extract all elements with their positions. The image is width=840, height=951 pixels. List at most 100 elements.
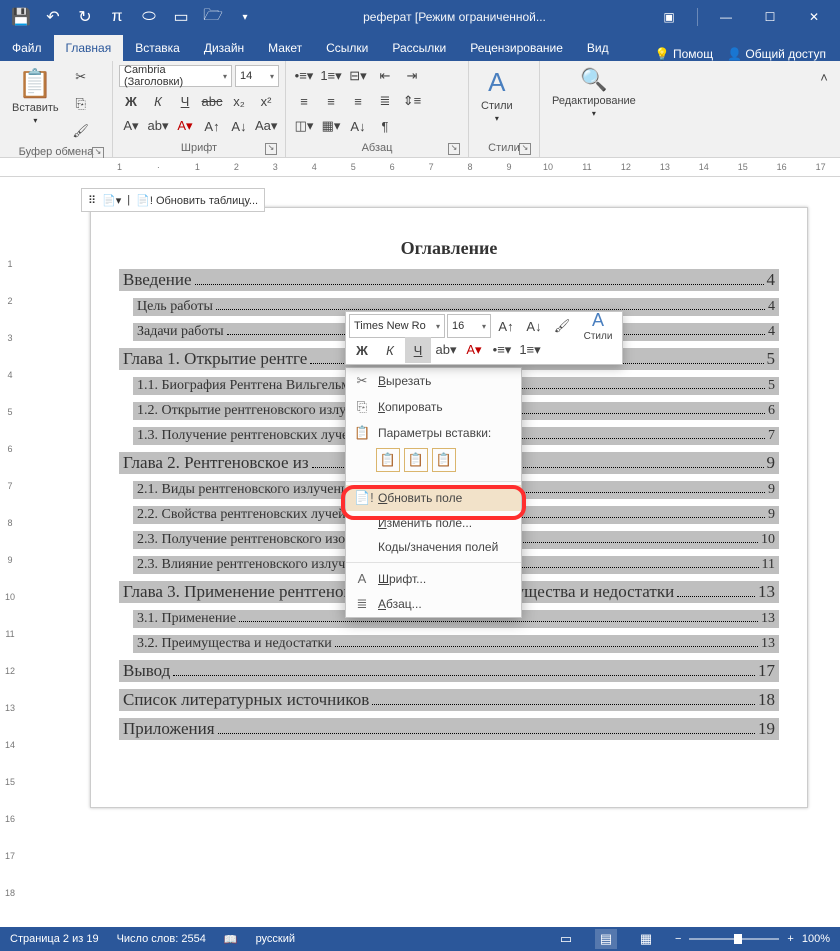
mini-format-painter-icon[interactable]: 🖌	[549, 313, 575, 339]
tab-file[interactable]: Файл	[0, 35, 54, 61]
minimize-icon[interactable]: ―	[706, 0, 746, 34]
mini-shrink-font-button[interactable]: A↓	[521, 313, 547, 339]
align-center-button[interactable]: ≡	[319, 89, 343, 113]
status-proofing-icon[interactable]: 📖	[224, 933, 238, 946]
mini-font-select[interactable]: Times New Ro▾	[349, 314, 445, 338]
horizontal-ruler[interactable]: 1·1234567891011121314151617	[0, 158, 840, 177]
toc-entry[interactable]: Вывод 17	[119, 660, 779, 682]
mini-underline-button[interactable]: Ч	[405, 337, 431, 363]
tab-home[interactable]: Главная	[54, 35, 124, 61]
zoom-out-icon[interactable]: −	[675, 933, 681, 945]
mini-bold-button[interactable]: Ж	[349, 337, 375, 363]
mini-grow-font-button[interactable]: A↑	[493, 313, 519, 339]
update-table-button[interactable]: 📄! Обновить таблицу...	[136, 194, 258, 207]
ribbon-options-icon[interactable]: ▣	[649, 0, 689, 34]
toc-entry[interactable]: Введение 4	[119, 269, 779, 291]
status-language[interactable]: русский	[256, 933, 295, 945]
qat-more-icon[interactable]: ▾	[230, 3, 260, 31]
vertical-ruler[interactable]: 123456789101112131415161718	[0, 177, 21, 927]
tab-references[interactable]: Ссылки	[314, 35, 380, 61]
open-icon[interactable]: 🗁	[198, 3, 228, 31]
share-button[interactable]: 👤 Общий доступ	[727, 47, 826, 61]
tab-design[interactable]: Дизайн	[192, 35, 256, 61]
menu-font[interactable]: AШрифт...	[346, 566, 521, 591]
numbering-button[interactable]: 1≡▾	[319, 64, 343, 88]
mini-highlight-button[interactable]: ab▾	[433, 337, 459, 363]
menu-update-field[interactable]: 📄!Обновить поле	[346, 485, 521, 511]
highlight-button[interactable]: ab▾	[146, 114, 170, 138]
paste-text-only-icon[interactable]: 📋	[432, 448, 456, 472]
equation-icon[interactable]: π	[102, 3, 132, 31]
save-icon[interactable]: 💾	[6, 3, 36, 31]
zoom-value[interactable]: 100%	[802, 933, 830, 945]
tab-insert[interactable]: Вставка	[123, 35, 192, 61]
paste-keep-source-icon[interactable]: 📋	[376, 448, 400, 472]
mini-italic-button[interactable]: К	[377, 337, 403, 363]
shrink-font-button[interactable]: A↓	[227, 114, 251, 138]
format-painter-icon[interactable]: 🖌	[69, 119, 93, 143]
menu-toggle-field-codes[interactable]: Коды/значения полей	[346, 535, 521, 559]
editing-button[interactable]: 🔍Редактирование▾	[546, 65, 642, 120]
paste-merge-icon[interactable]: 📋	[404, 448, 428, 472]
change-case-button[interactable]: Aa▾	[254, 114, 278, 138]
menu-cut[interactable]: ✂Вырезать	[346, 368, 521, 394]
bullets-button[interactable]: •≡▾	[292, 64, 316, 88]
toc-entry[interactable]: 3.2. Преимущества и недостатки 13	[133, 635, 779, 653]
font-color-button[interactable]: A▾	[173, 114, 197, 138]
maximize-icon[interactable]: ☐	[750, 0, 790, 34]
dialog-launcher-icon[interactable]: ↘	[448, 143, 460, 155]
toc-entry[interactable]: Список литературных источников 18	[119, 689, 779, 711]
zoom-control[interactable]: − + 100%	[675, 933, 830, 945]
align-right-button[interactable]: ≡	[346, 89, 370, 113]
toc-entry[interactable]: Приложения 19	[119, 718, 779, 740]
font-size-select[interactable]: 14▾	[235, 65, 279, 87]
indent-left-button[interactable]: ⇤	[373, 64, 397, 88]
paste-button[interactable]: 📋 Вставить ▾	[6, 65, 65, 127]
text-effects-button[interactable]: A▾	[119, 114, 143, 138]
print-layout-icon[interactable]: ▤	[595, 929, 617, 949]
toc-menu-icon[interactable]: 📄▾	[102, 194, 121, 207]
dialog-launcher-icon[interactable]: ↘	[519, 143, 531, 155]
status-word-count[interactable]: Число слов: 2554	[117, 933, 206, 945]
menu-paragraph[interactable]: ≣Абзац...	[346, 591, 521, 617]
tell-me[interactable]: 💡 Помощ	[655, 47, 713, 61]
tab-review[interactable]: Рецензирование	[458, 35, 575, 61]
tab-view[interactable]: Вид	[575, 35, 621, 61]
show-marks-button[interactable]: ¶	[373, 114, 397, 138]
mini-size-select[interactable]: 16▾	[447, 314, 491, 338]
tab-mailings[interactable]: Рассылки	[380, 35, 458, 61]
dialog-launcher-icon[interactable]: ↘	[265, 143, 277, 155]
cut-icon[interactable]: ✂	[69, 65, 93, 89]
web-layout-icon[interactable]: ▦	[635, 929, 657, 949]
styles-button[interactable]: AСтили▾	[475, 65, 519, 125]
font-family-select[interactable]: Cambria (Заголовки)▾	[119, 65, 232, 87]
strike-button[interactable]: abc	[200, 89, 224, 113]
undo-icon[interactable]: ↶	[38, 3, 68, 31]
new-icon[interactable]: ▭	[166, 3, 196, 31]
superscript-button[interactable]: x²	[254, 89, 278, 113]
read-mode-icon[interactable]: ▭	[555, 929, 577, 949]
status-page[interactable]: Страница 2 из 19	[10, 933, 99, 945]
mini-font-color-button[interactable]: A▾	[461, 337, 487, 363]
bold-button[interactable]: Ж	[119, 89, 143, 113]
menu-copy[interactable]: ⎘Копировать	[346, 394, 521, 420]
sort-button[interactable]: A↓	[346, 114, 370, 138]
menu-edit-field[interactable]: Изменить поле...	[346, 511, 521, 535]
close-icon[interactable]: ✕	[794, 0, 834, 34]
redo-icon[interactable]: ↻	[70, 3, 100, 31]
shading-button[interactable]: ◫▾	[292, 114, 316, 138]
pagebreak-icon[interactable]: ⬭	[134, 3, 164, 31]
indent-right-button[interactable]: ⇥	[400, 64, 424, 88]
mini-numbering-button[interactable]: 1≡▾	[517, 337, 543, 363]
copy-icon[interactable]: ⎘	[69, 92, 93, 116]
subscript-button[interactable]: x₂	[227, 89, 251, 113]
toc-handle-icon[interactable]: ⠿	[88, 194, 96, 207]
grow-font-button[interactable]: A↑	[200, 114, 224, 138]
zoom-slider[interactable]	[689, 938, 779, 940]
toc-control-bar[interactable]: ⠿ 📄▾ | 📄! Обновить таблицу...	[81, 188, 265, 212]
multilevel-button[interactable]: ⊟▾	[346, 64, 370, 88]
underline-button[interactable]: Ч	[173, 89, 197, 113]
italic-button[interactable]: К	[146, 89, 170, 113]
line-spacing-button[interactable]: ⇕≡	[400, 89, 424, 113]
tab-layout[interactable]: Макет	[256, 35, 314, 61]
